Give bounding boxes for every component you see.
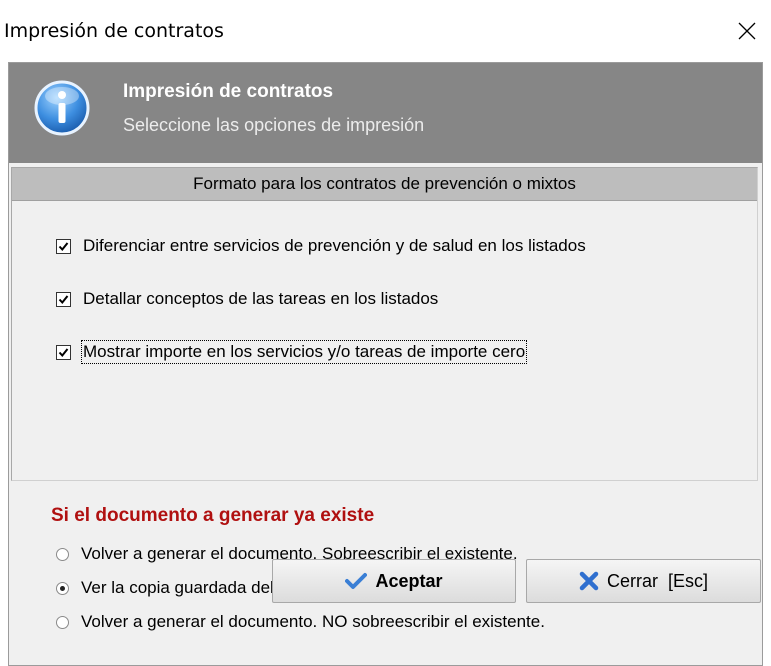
accept-button[interactable]: Aceptar [272, 559, 516, 603]
info-icon [34, 80, 90, 136]
checkmark-icon [345, 573, 368, 589]
option-label: Diferenciar entre servicios de prevenció… [83, 236, 586, 255]
checkbox[interactable] [56, 344, 71, 360]
option-show-zero-amount[interactable]: Mostrar importe en los servicios y/o tar… [56, 340, 528, 364]
option-label: Mostrar importe en los servicios y/o tar… [80, 340, 528, 364]
checkmark-icon [58, 294, 69, 304]
header-subtitle: Seleccione las opciones de impresión [123, 115, 425, 135]
format-section-title: Formato para los contratos de prevención… [12, 168, 757, 201]
close-button[interactable]: Cerrar [Esc] [526, 559, 761, 603]
dialog-header: Impresión de contratos Seleccione las op… [9, 63, 762, 163]
header-title: Impresión de contratos [123, 81, 334, 102]
close-icon [738, 22, 756, 40]
checkbox[interactable] [56, 238, 71, 254]
radio-button[interactable] [56, 615, 69, 629]
checkmark-icon [58, 241, 69, 251]
checkbox[interactable] [56, 291, 71, 307]
close-label: Cerrar [Esc] [606, 570, 708, 591]
close-window-button[interactable] [723, 6, 771, 56]
radio-regenerate-no-overwrite[interactable]: Volver a generar el documento. NO sobree… [56, 612, 545, 632]
radio-button[interactable] [56, 581, 69, 595]
window-title: Impresión de contratos [4, 20, 224, 42]
existing-section-title: Si el documento a generar ya existe [51, 505, 375, 526]
option-label: Detallar conceptos de las tareas en los … [83, 289, 439, 308]
format-section: Formato para los contratos de prevención… [11, 167, 758, 481]
close-x-icon [579, 571, 599, 591]
radio-label: Volver a generar el documento. NO sobree… [81, 612, 545, 631]
title-bar: Impresión de contratos [0, 0, 771, 62]
option-detail-concepts[interactable]: Detallar conceptos de las tareas en los … [56, 289, 438, 309]
radio-button[interactable] [56, 547, 69, 561]
accept-label: Aceptar [375, 570, 443, 591]
checkmark-icon [58, 347, 69, 357]
option-differentiate-services[interactable]: Diferenciar entre servicios de prevenció… [56, 236, 586, 256]
